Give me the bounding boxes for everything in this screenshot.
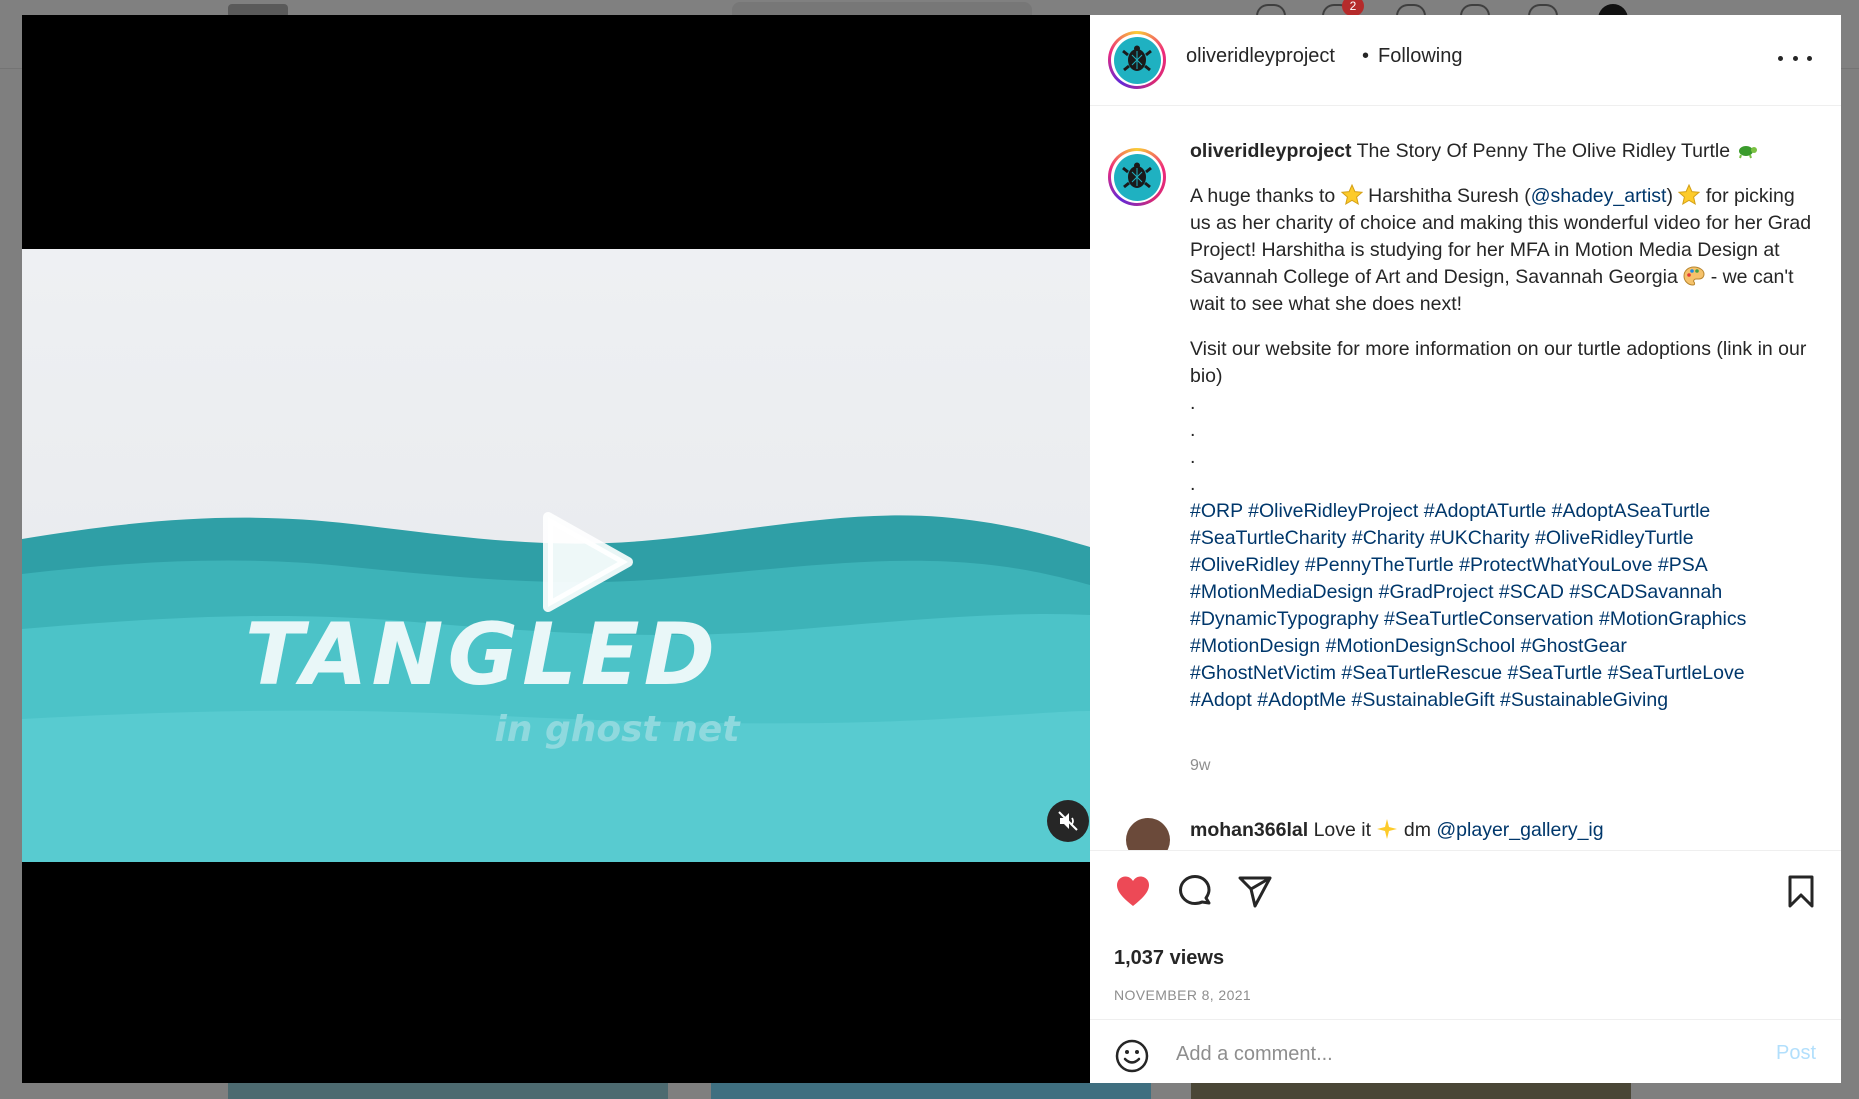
artist-palette-emoji-icon xyxy=(1683,266,1705,286)
caption-avatar[interactable] xyxy=(1108,148,1166,206)
caption-dot: . xyxy=(1190,446,1196,468)
commenter-username[interactable]: mohan366lal xyxy=(1190,819,1308,841)
post-date: NOVEMBER 8, 2021 xyxy=(1114,987,1252,1003)
background-thumbnail xyxy=(228,1082,668,1099)
emoji-button[interactable] xyxy=(1114,1038,1150,1074)
artist-mention-link[interactable]: @shadey_artist xyxy=(1531,185,1667,207)
separator-dot: • xyxy=(1362,45,1370,67)
video-title-text: TANGLED xyxy=(245,605,719,705)
post-caption: oliveridleyproject The Story Of Penny Th… xyxy=(1190,138,1818,714)
comment-text: mohan366lal Love it dm @player_gallery_i… xyxy=(1190,818,1604,842)
play-button[interactable] xyxy=(530,507,640,617)
website-note: Visit our website for more information o… xyxy=(1190,338,1807,387)
background-thumbnail xyxy=(711,1082,1151,1099)
video-player[interactable]: TANGLED in ghost net xyxy=(22,15,1090,1083)
hashtag-line[interactable]: #MotionMediaDesign #GradProject #SCAD #S… xyxy=(1190,579,1818,606)
caption-username[interactable]: oliveridleyproject xyxy=(1190,140,1351,162)
comment-body-2: dm xyxy=(1403,819,1431,841)
post-panel: oliveridleyproject • Following oliveridl… xyxy=(1090,15,1841,1083)
heart-filled-icon xyxy=(1117,876,1149,906)
comment-input[interactable] xyxy=(1174,1034,1738,1074)
post-actions: 1,037 views NOVEMBER 8, 2021 Post xyxy=(1090,850,1841,1083)
more-options-button[interactable] xyxy=(1778,43,1812,73)
background-thumbnail xyxy=(1191,1082,1631,1099)
caption-dot: . xyxy=(1190,392,1196,414)
caption-dot: . xyxy=(1190,419,1196,441)
post-header: oliveridleyproject • Following xyxy=(1090,15,1841,106)
caption-dot: . xyxy=(1190,473,1196,495)
thanks-close: ) xyxy=(1666,185,1673,207)
more-dot xyxy=(1807,55,1812,61)
hashtag-line[interactable]: #ORP #OliveRidleyProject #AdoptATurtle #… xyxy=(1190,498,1818,525)
share-button[interactable] xyxy=(1236,873,1274,911)
like-button[interactable] xyxy=(1114,873,1152,911)
comment-body: Love it xyxy=(1313,819,1372,841)
comment-item: mohan366lal Love it dm @player_gallery_i… xyxy=(1110,818,1830,850)
add-comment-bar: Post xyxy=(1090,1019,1841,1084)
comment-bubble-icon xyxy=(1179,875,1211,905)
comment-button[interactable] xyxy=(1176,873,1214,911)
post-comment-button[interactable]: Post xyxy=(1776,1042,1816,1065)
muted-speaker-icon xyxy=(1058,811,1078,831)
mute-button[interactable] xyxy=(1047,800,1089,842)
caption-title: The Story Of Penny The Olive Ridley Turt… xyxy=(1356,140,1731,162)
following-button[interactable]: Following xyxy=(1378,45,1462,68)
paper-plane-icon xyxy=(1238,876,1272,908)
hashtag-line[interactable]: #MotionDesign #MotionDesignSchool #Ghost… xyxy=(1190,633,1818,660)
caption-timestamp: 9w xyxy=(1190,757,1211,774)
hashtag-line[interactable]: #OliveRidley #PennyTheTurtle #ProtectWha… xyxy=(1190,552,1818,579)
hashtag-line[interactable]: #GhostNetVictim #SeaTurtleRescue #SeaTur… xyxy=(1190,660,1818,687)
more-horizontal-icon xyxy=(1778,55,1783,61)
smiley-icon xyxy=(1115,1039,1149,1073)
commenter-avatar[interactable] xyxy=(1126,818,1170,850)
turtle-logo-icon xyxy=(1122,162,1152,189)
star-emoji-icon xyxy=(1340,184,1363,206)
turtle-emoji-icon xyxy=(1738,146,1757,159)
play-icon xyxy=(543,512,633,612)
hashtag-line[interactable]: #SeaTurtleCharity #Charity #UKCharity #O… xyxy=(1190,525,1818,552)
bookmark-icon xyxy=(1788,875,1814,908)
author-username[interactable]: oliveridleyproject xyxy=(1186,45,1335,68)
star-emoji-icon xyxy=(1678,184,1701,206)
video-subtitle-text: in ghost net xyxy=(494,709,741,750)
author-avatar[interactable] xyxy=(1108,31,1166,89)
comment-mention[interactable]: @player_gallery_ig xyxy=(1436,819,1603,841)
turtle-logo-icon xyxy=(1122,45,1152,72)
comments-list[interactable]: oliveridleyproject The Story Of Penny Th… xyxy=(1090,106,1841,850)
notification-badge: 2 xyxy=(1342,0,1364,16)
thanks-name: Harshitha Suresh ( xyxy=(1368,185,1531,207)
hashtag-line[interactable]: #DynamicTypography #SeaTurtleConservatio… xyxy=(1190,606,1818,633)
views-count[interactable]: 1,037 views xyxy=(1114,947,1224,970)
hashtag-line[interactable]: #Adopt #AdoptMe #SustainableGift #Sustai… xyxy=(1190,687,1818,714)
thanks-text: A huge thanks to xyxy=(1190,185,1336,207)
sparkles-emoji-icon xyxy=(1377,819,1398,839)
save-button[interactable] xyxy=(1782,873,1820,911)
more-dot xyxy=(1792,55,1798,61)
